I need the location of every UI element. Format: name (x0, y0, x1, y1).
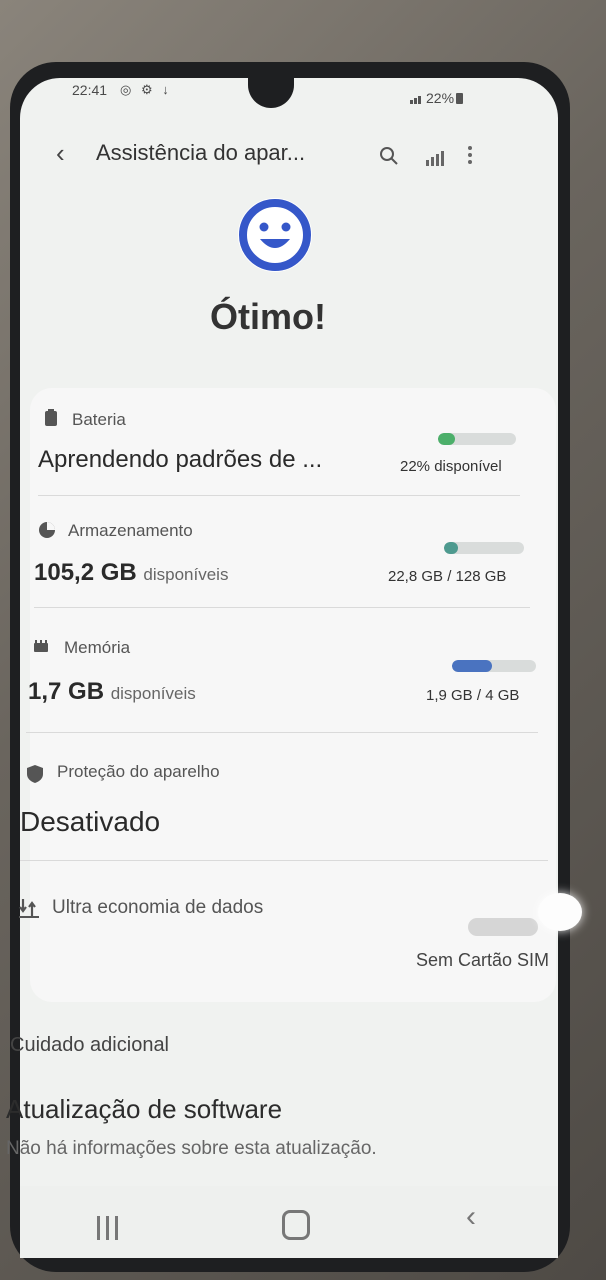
status-headline: Ótimo! (210, 296, 326, 337)
recents-icon[interactable] (97, 1216, 124, 1245)
data-saver-toggle-knob[interactable] (538, 893, 582, 931)
signal-icon (410, 91, 422, 107)
divider (20, 860, 548, 861)
storage-value[interactable]: 105,2 GB disponíveis (34, 559, 228, 587)
battery-icon (456, 93, 464, 104)
memory-chip-icon (34, 640, 48, 652)
chevron-left-icon[interactable]: ‹ (56, 138, 65, 169)
data-saver-toggle[interactable] (468, 918, 538, 936)
storage-progress-bar (444, 542, 524, 554)
memory-label: Memória (64, 638, 131, 657)
battery-icon (45, 409, 57, 426)
divider (38, 495, 520, 496)
data-saver-label: Ultra economia de dados (52, 897, 264, 918)
section-title: Cuidado adicional (10, 1034, 170, 1056)
software-update-title[interactable]: Atualização de software (6, 1094, 282, 1125)
storage-pie-icon (39, 522, 55, 538)
page-title: Assistência do apar... (96, 140, 306, 165)
divider (26, 732, 538, 733)
smiley-face-icon (226, 194, 328, 276)
status-notification-icons: ◎ ⚙ ↓ (120, 82, 172, 97)
more-vert-icon[interactable] (468, 146, 474, 167)
home-icon[interactable] (282, 1210, 310, 1240)
divider (34, 607, 530, 608)
battery-value[interactable]: Aprendendo padrões de ... (38, 446, 322, 474)
battery-percent: 22% (426, 90, 455, 106)
protection-label: Proteção do aparelho (57, 762, 220, 781)
battery-detail: 22% disponível (400, 458, 502, 475)
memory-progress-bar (452, 660, 536, 672)
status-right: 22% (410, 90, 464, 107)
bar-chart-icon[interactable] (426, 148, 446, 166)
storage-label: Armazenamento (68, 521, 193, 540)
storage-detail: 22,8 GB / 128 GB (388, 568, 507, 585)
data-saver-status: Sem Cartão SIM (416, 950, 550, 970)
status-time: 22:41 (72, 82, 108, 98)
back-icon[interactable]: ‹ (466, 1200, 476, 1234)
shield-icon (27, 765, 43, 783)
data-saver-icon (19, 899, 39, 918)
memory-detail: 1,9 GB / 4 GB (426, 687, 520, 704)
battery-label: Bateria (72, 410, 126, 429)
software-update-subtitle: Não há informações sobre esta atualizaçã… (6, 1138, 377, 1159)
memory-value[interactable]: 1,7 GB disponíveis (28, 678, 196, 706)
battery-progress-bar (438, 433, 516, 445)
protection-value[interactable]: Desativado (20, 806, 160, 838)
search-icon[interactable] (378, 145, 400, 172)
